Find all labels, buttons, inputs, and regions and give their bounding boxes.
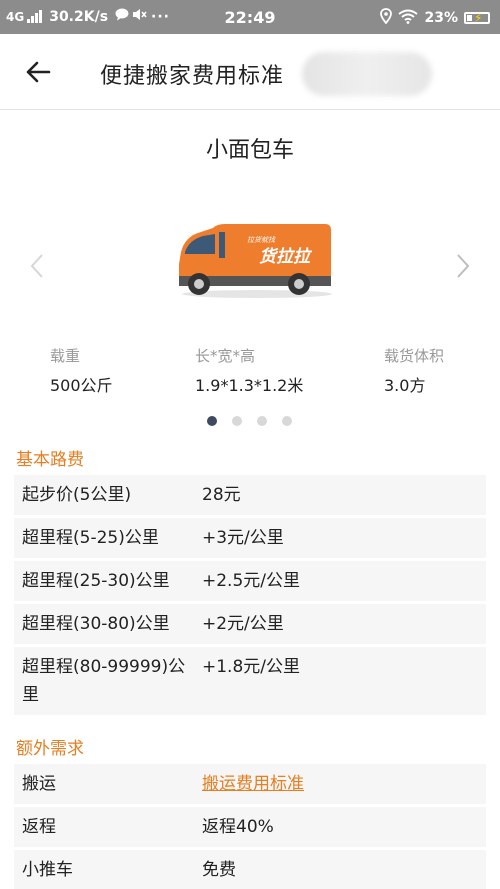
fee-value: 免费 (202, 860, 236, 880)
vehicle-specs: 载重 500公斤 长*宽*高 1.9*1.3*1.2米 载货体积 3.0方 (0, 345, 500, 395)
battery-icon: ⚡ (464, 11, 490, 25)
chevron-left-icon (30, 254, 43, 278)
fee-row: 搬运 搬运费用标准 (14, 764, 486, 804)
fee-name: 超里程(30-80)公里 (22, 614, 170, 634)
wifi-icon (398, 9, 419, 28)
status-bar: 4G 30.2K/s ··· 22:49 23% ⚡ (0, 0, 500, 34)
fee-name: 超里程(5-25)公里 (22, 528, 159, 548)
carousel-dots (207, 416, 292, 426)
carousel-dot-2[interactable] (232, 416, 242, 426)
vehicle-name: 小面包车 (205, 138, 294, 163)
spec-volume: 载货体积 3.0方 (384, 345, 444, 396)
fee-name: 小推车 (22, 860, 73, 880)
fee-value: +2元/公里 (202, 614, 284, 634)
fee-value: +1.8元/公里 (202, 657, 301, 677)
chevron-right-icon (457, 254, 470, 278)
battery-percent: 23% (424, 10, 458, 26)
spec-label: 载货体积 (384, 347, 445, 365)
moving-fee-standard-link[interactable]: 搬运费用标准 (194, 770, 486, 804)
fee-name-line2: 里 (22, 685, 39, 705)
location-icon (380, 8, 393, 28)
page-title: 便捷搬家费用标准 (100, 64, 285, 89)
extra-fees-table: 搬运 搬运费用标准 返程 返程40% 小推车 免费 (14, 764, 486, 889)
fee-row: 超里程(25-30)公里 +2.5元/公里 (14, 561, 486, 601)
spec-value: 500公斤 (50, 376, 113, 395)
basic-fees-table: 起步价(5公里) 28元 超里程(5-25)公里 +3元/公里 超里程(25-3… (14, 475, 486, 718)
fee-name: 超里程(80-99999)公 里 (14, 653, 194, 715)
app-bar: 便捷搬家费用标准 (0, 34, 500, 110)
fee-name: 搬运 (22, 774, 56, 794)
fee-row: 超里程(5-25)公里 +3元/公里 (14, 518, 486, 558)
fee-row: 起步价(5公里) 28元 (14, 475, 486, 515)
fee-name: 超里程(25-30)公里 (22, 571, 170, 591)
spec-label: 载重 (50, 347, 81, 365)
spec-label: 长*宽*高 (195, 347, 256, 365)
fee-row: 超里程(80-99999)公 里 +1.8元/公里 (14, 647, 486, 715)
spec-value: 1.9*1.3*1.2米 (195, 376, 304, 395)
fee-row: 小推车 免费 (14, 850, 486, 889)
fee-row: 返程 返程40% (14, 807, 486, 847)
spec-value: 3.0方 (384, 376, 426, 395)
fee-value: 28元 (202, 485, 241, 505)
van-slogan: 拉货就找 (247, 236, 276, 244)
carousel-prev-button[interactable] (22, 248, 52, 284)
blurred-region (302, 52, 432, 96)
carousel-dot-4[interactable] (282, 416, 292, 426)
fee-value: +3元/公里 (202, 528, 284, 548)
van-brand: 货拉拉 (259, 247, 313, 267)
van-image: 拉货就找 货拉拉 (179, 224, 332, 298)
fee-value: 返程40% (202, 817, 274, 837)
carousel-next-button[interactable] (448, 248, 478, 284)
basic-fees-title: 基本路费 (16, 450, 84, 470)
fee-value: +2.5元/公里 (202, 571, 301, 591)
carousel-dot-3[interactable] (257, 416, 267, 426)
fee-name: 起步价(5公里) (22, 485, 132, 505)
back-button[interactable] (18, 54, 58, 90)
fee-name-line1: 超里程(80-99999)公 (22, 657, 186, 677)
back-arrow-icon (26, 61, 51, 83)
spec-weight: 载重 500公斤 (50, 345, 113, 396)
fee-row: 超里程(30-80)公里 +2元/公里 (14, 604, 486, 644)
fee-name: 返程 (22, 817, 56, 837)
spec-dimensions: 长*宽*高 1.9*1.3*1.2米 (195, 345, 303, 396)
carousel-dot-1[interactable] (207, 416, 217, 426)
status-right: 23% ⚡ (380, 8, 490, 28)
extra-fees-title: 额外需求 (16, 739, 84, 759)
